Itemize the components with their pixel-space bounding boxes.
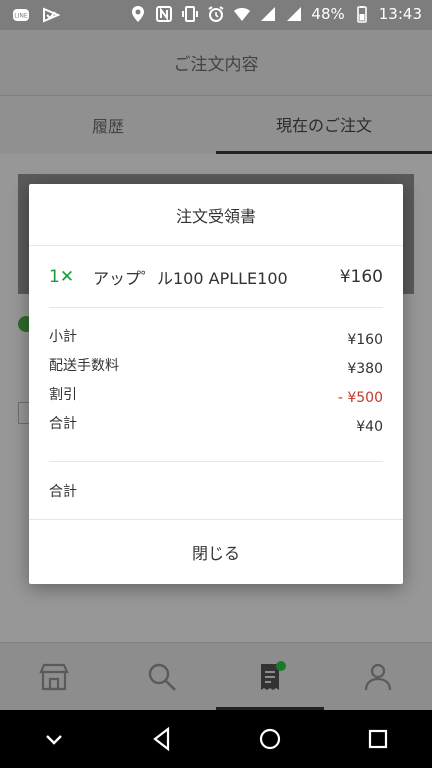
location-icon: [129, 5, 147, 23]
order-receipt-dialog: 注文受領書 1✕ アップ゜ル100 APLLE100 ¥160 小計 ¥160 …: [29, 184, 403, 584]
battery-icon: [353, 5, 371, 23]
delivery-fee-label: 配送手数料: [49, 358, 119, 374]
summary-total-label: 合計: [49, 416, 77, 432]
tab-current-order-label: 現在のご注文: [275, 115, 372, 135]
nfc-icon: [155, 5, 173, 23]
search-icon: [145, 660, 179, 694]
summary-row-delivery-fee: 配送手数料 ¥380: [49, 355, 383, 384]
back-icon[interactable]: [149, 726, 175, 752]
battery-level: 48%: [311, 5, 345, 23]
delivery-fee-value: ¥380: [347, 361, 383, 377]
clock: 13:43: [378, 5, 422, 23]
svg-text:LINE: LINE: [14, 13, 28, 20]
subtotal-label: 小計: [49, 329, 77, 345]
profile-icon: [361, 660, 395, 694]
summary-row-total: 合計 ¥40: [49, 413, 383, 442]
store-icon: [37, 660, 71, 694]
tab-history[interactable]: 履歴: [0, 96, 216, 154]
grand-total-row: 合計: [29, 462, 403, 520]
vibrate-icon: [181, 5, 199, 23]
subtotal-value: ¥160: [347, 332, 383, 348]
home-icon[interactable]: [257, 726, 283, 752]
nav-profile[interactable]: [324, 643, 432, 710]
price-summary: 小計 ¥160 配送手数料 ¥380 割引 - ¥500 合計 ¥40: [49, 308, 383, 462]
alarm-icon: [207, 5, 225, 23]
tab-history-label: 履歴: [91, 117, 124, 136]
nav-orders[interactable]: [216, 643, 324, 710]
order-item-row: 1✕ アップ゜ル100 APLLE100 ¥160: [49, 246, 383, 308]
dialog-title: 注文受領書: [29, 184, 403, 246]
line-app-icon: LINE: [12, 6, 30, 24]
app-header: ご注文内容: [0, 30, 432, 96]
check-send-icon: [42, 6, 60, 24]
item-price: ¥160: [339, 266, 383, 287]
nav-store[interactable]: [0, 643, 108, 710]
wifi-icon: [233, 5, 251, 23]
recent-apps-icon[interactable]: [365, 726, 391, 752]
tab-current-order[interactable]: 現在のご注文: [216, 96, 432, 154]
signal-2-icon: [285, 5, 303, 23]
summary-row-discount: 割引 - ¥500: [49, 384, 383, 413]
close-button[interactable]: 閉じる: [29, 520, 403, 583]
item-quantity: 1✕: [49, 266, 75, 287]
discount-label: 割引: [49, 387, 77, 403]
order-tabs: 履歴 現在のご注文: [0, 96, 432, 154]
signal-icon: [259, 5, 277, 23]
summary-total-value: ¥40: [356, 419, 383, 435]
page-title: ご注文内容: [173, 55, 259, 75]
grand-total-label: 合計: [49, 483, 77, 500]
discount-value: - ¥500: [337, 390, 383, 406]
android-nav-bar: [0, 710, 432, 768]
nav-search[interactable]: [108, 643, 216, 710]
summary-row-subtotal: 小計 ¥160: [49, 326, 383, 355]
cart-badge: [276, 661, 286, 671]
item-name: アップ゜ル100 APLLE100: [93, 268, 288, 288]
status-bar: LINE 48% 13:43: [0, 0, 432, 30]
chevron-down-icon[interactable]: [41, 726, 67, 752]
bottom-nav: [0, 642, 432, 710]
